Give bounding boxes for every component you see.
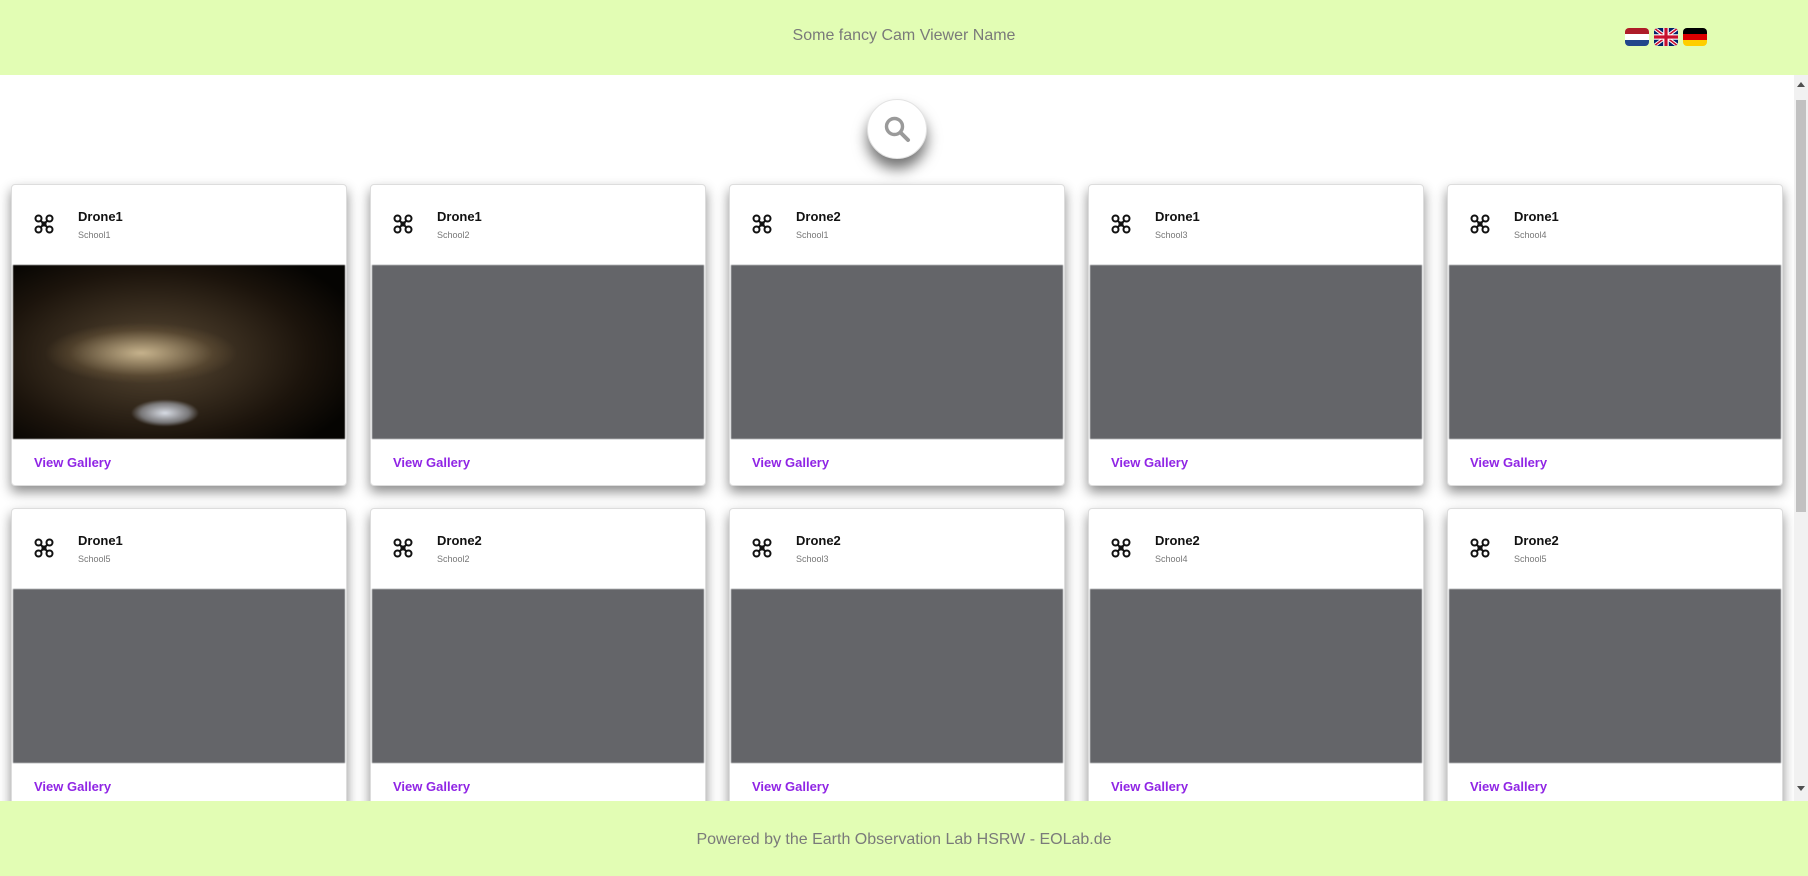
card-subtitle: School3 [1155,230,1188,240]
card-header: Drone1 School3 [1089,185,1423,265]
camera-grid: Drone1 School1 View Gallery Drone1 School2 Vi… [0,75,1794,801]
view-gallery-link[interactable]: View Gallery [34,455,111,470]
card-header: Drone1 School2 [371,185,705,265]
camera-card[interactable]: Drone1 School3 View Gallery [1088,184,1424,486]
card-subtitle: School3 [796,554,829,564]
card-header: Drone2 School3 [730,509,1064,589]
camera-image[interactable] [731,265,1063,439]
drone-icon [1470,538,1490,558]
camera-image[interactable] [1449,589,1781,763]
camera-image[interactable] [731,589,1063,763]
drone-icon [1111,214,1131,234]
app-footer: Powered by the Earth Observation Lab HSR… [0,801,1808,876]
card-subtitle: School2 [437,230,470,240]
camera-card[interactable]: Drone2 School4 View Gallery [1088,508,1424,801]
card-title: Drone1 [78,209,123,224]
view-gallery-link[interactable]: View Gallery [1470,779,1547,794]
card-title: Drone1 [437,209,482,224]
drone-icon [752,214,772,234]
footer-text: Powered by the Earth Observation Lab HSR… [696,831,1112,848]
view-gallery-link[interactable]: View Gallery [1470,455,1547,470]
view-gallery-link[interactable]: View Gallery [1111,455,1188,470]
card-title: Drone2 [437,533,482,548]
camera-card[interactable]: Drone1 School1 View Gallery [11,184,347,486]
view-gallery-link[interactable]: View Gallery [1111,779,1188,794]
camera-image[interactable] [1090,589,1422,763]
drone-icon [393,538,413,558]
camera-card[interactable]: Drone2 School5 View Gallery [1447,508,1783,801]
view-gallery-link[interactable]: View Gallery [393,779,470,794]
drone-icon [1111,538,1131,558]
drone-icon [393,214,413,234]
camera-image[interactable] [13,265,345,439]
view-gallery-link[interactable]: View Gallery [393,455,470,470]
language-switcher [1625,28,1707,46]
card-header: Drone2 School4 [1089,509,1423,589]
card-title: Drone1 [1514,209,1559,224]
card-header: Drone2 School1 [730,185,1064,265]
card-header: Drone2 School5 [1448,509,1782,589]
card-header: Drone1 School4 [1448,185,1782,265]
camera-image[interactable] [372,589,704,763]
card-subtitle: School5 [1514,554,1547,564]
camera-card[interactable]: Drone1 School4 View Gallery [1447,184,1783,486]
camera-image[interactable] [13,589,345,763]
drone-icon [1470,214,1490,234]
uk-flag-icon[interactable] [1654,28,1678,46]
scroll-up-arrow-icon[interactable] [1797,82,1805,87]
camera-card[interactable]: Drone2 School1 View Gallery [729,184,1065,486]
card-subtitle: School1 [78,230,111,240]
card-title: Drone2 [796,533,841,548]
camera-card[interactable]: Drone2 School3 View Gallery [729,508,1065,801]
camera-image[interactable] [1090,265,1422,439]
view-gallery-link[interactable]: View Gallery [752,455,829,470]
app-header: Some fancy Cam Viewer Name [0,0,1808,75]
netherlands-flag-icon[interactable] [1625,28,1649,46]
camera-card[interactable]: Drone1 School5 View Gallery [11,508,347,801]
scroll-down-arrow-icon[interactable] [1797,786,1805,791]
camera-card[interactable]: Drone1 School2 View Gallery [370,184,706,486]
search-button[interactable] [867,99,927,159]
card-subtitle: School2 [437,554,470,564]
scrollbar[interactable] [1794,75,1808,801]
card-title: Drone1 [78,533,123,548]
card-subtitle: School4 [1155,554,1188,564]
card-title: Drone2 [1514,533,1559,548]
card-title: Drone2 [796,209,841,224]
card-header: Drone1 School1 [12,185,346,265]
drone-icon [34,214,54,234]
camera-image[interactable] [372,265,704,439]
scroll-thumb[interactable] [1796,100,1806,512]
card-header: Drone1 School5 [12,509,346,589]
app-title: Some fancy Cam Viewer Name [792,27,1016,44]
search-icon [884,116,910,142]
card-subtitle: School4 [1514,230,1547,240]
view-gallery-link[interactable]: View Gallery [752,779,829,794]
drone-icon [752,538,772,558]
card-title: Drone1 [1155,209,1200,224]
drone-icon [34,538,54,558]
card-subtitle: School5 [78,554,111,564]
view-gallery-link[interactable]: View Gallery [34,779,111,794]
card-subtitle: School1 [796,230,829,240]
camera-card[interactable]: Drone2 School2 View Gallery [370,508,706,801]
card-header: Drone2 School2 [371,509,705,589]
germany-flag-icon[interactable] [1683,28,1707,46]
camera-image[interactable] [1449,265,1781,439]
card-title: Drone2 [1155,533,1200,548]
